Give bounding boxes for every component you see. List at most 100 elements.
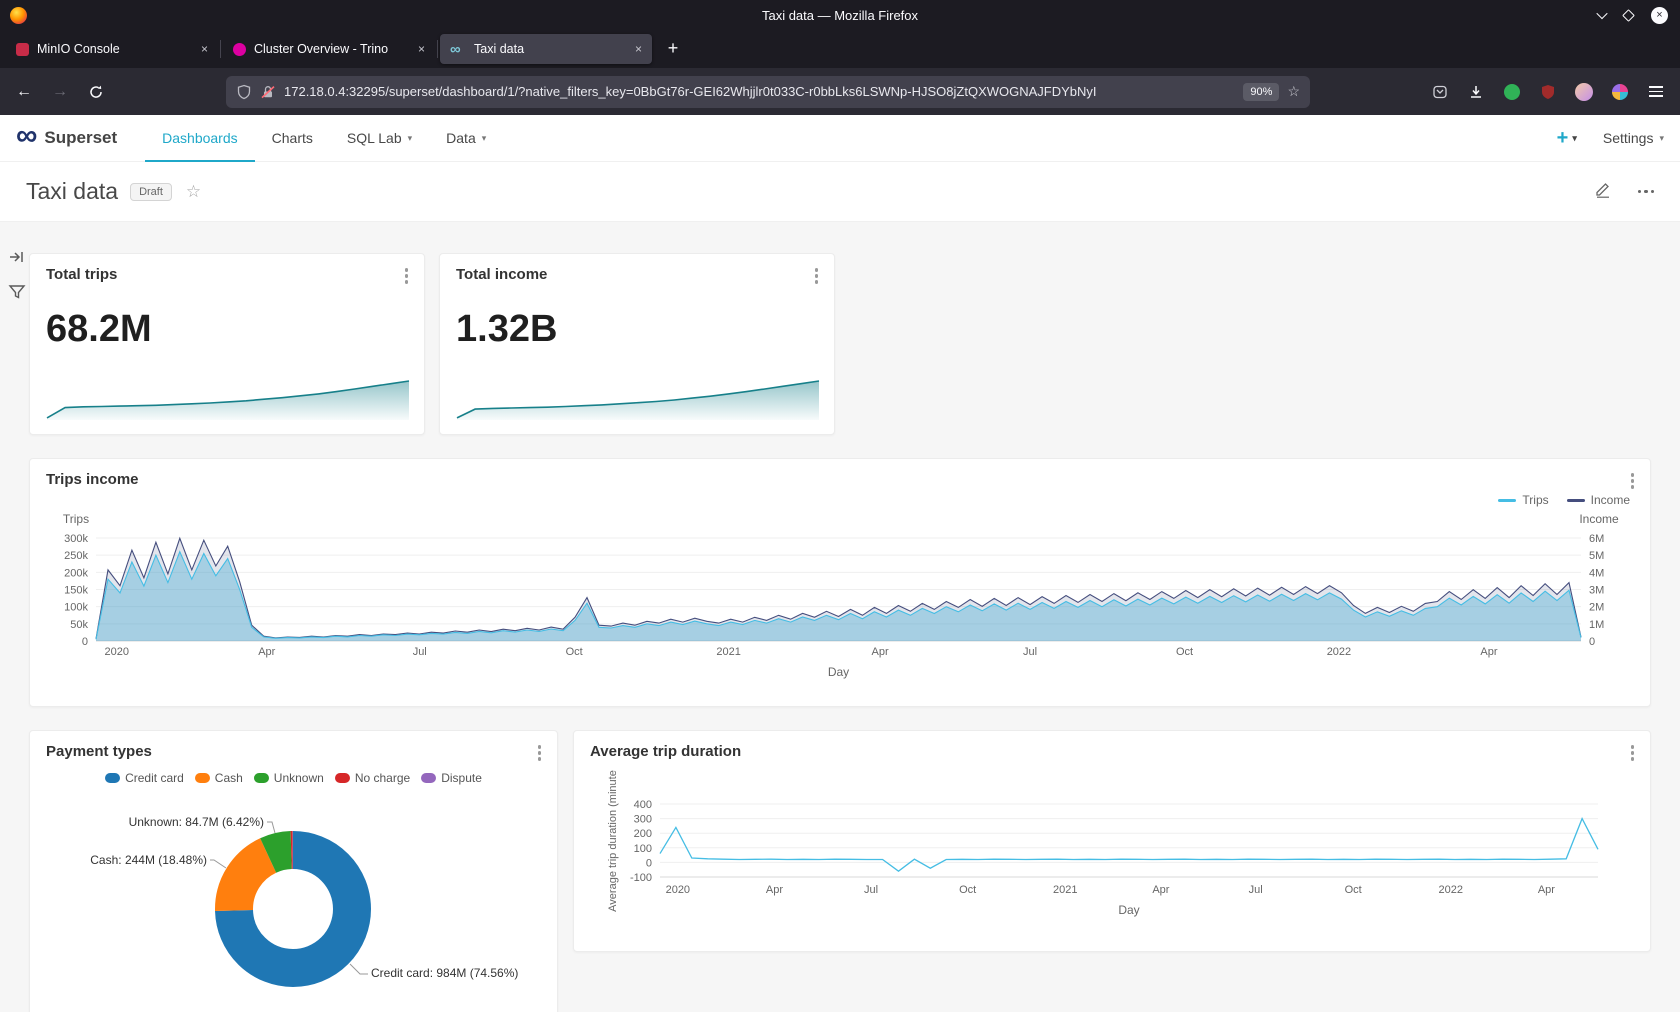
- y-axis-tick-label: -100: [630, 872, 652, 884]
- firefox-icon: [10, 7, 27, 24]
- average-trip-duration-card: Average trip duration 4003002001000-1002…: [573, 730, 1651, 952]
- y-axis-name: Average trip duration (minute: [607, 770, 619, 912]
- x-axis-tick-label: 2020: [105, 646, 129, 658]
- pocket-icon[interactable]: [1426, 78, 1454, 106]
- x-axis-tick-label: Apr: [766, 884, 783, 896]
- left-axis-tick-label: 300k: [64, 533, 88, 545]
- back-button[interactable]: [10, 78, 38, 106]
- x-axis-tick-label: Apr: [258, 646, 275, 658]
- filter-icon[interactable]: [8, 283, 26, 306]
- zoom-level-badge[interactable]: 90%: [1243, 83, 1279, 101]
- chart-options-icon[interactable]: [813, 266, 821, 286]
- legend-label: No charge: [355, 771, 410, 785]
- insecure-lock-icon[interactable]: [260, 84, 276, 100]
- legend-label: Unknown: [274, 771, 324, 785]
- left-axis-name: Trips: [63, 512, 89, 526]
- total-trips-card: Total trips 68.2M: [29, 253, 425, 435]
- nav-sql-lab[interactable]: SQL Lab: [330, 115, 429, 162]
- x-axis-tick-label: Oct: [1345, 884, 1362, 896]
- tab-taxi-data[interactable]: Taxi data: [440, 34, 652, 64]
- bookmark-star-icon[interactable]: [1287, 83, 1300, 100]
- new-tab-button[interactable]: [658, 34, 688, 64]
- new-item-button[interactable]: [1557, 127, 1577, 150]
- nav-data[interactable]: Data: [429, 115, 503, 162]
- total-trips-sparkline: [46, 376, 410, 422]
- payment-legend-item[interactable]: Dispute: [421, 771, 482, 785]
- tab-close-icon[interactable]: [201, 42, 208, 56]
- left-axis-tick-label: 150k: [64, 585, 88, 597]
- legend-swatch: [105, 773, 120, 783]
- chart-options-icon[interactable]: [536, 743, 544, 763]
- edit-dashboard-icon[interactable]: [1594, 180, 1612, 203]
- x-axis-tick-label: Apr: [1538, 884, 1555, 896]
- url-bar[interactable]: 172.18.0.4:32295/superset/dashboard/1/?n…: [226, 76, 1310, 108]
- extension-green-icon[interactable]: [1498, 78, 1526, 106]
- x-axis-tick-label: 2021: [716, 646, 740, 658]
- x-axis-tick-label: Oct: [1176, 646, 1193, 658]
- chart-title: Payment types: [46, 743, 152, 760]
- window-title-bar: Taxi data — Mozilla Firefox: [0, 0, 1680, 30]
- dashboard-menu-icon[interactable]: [1638, 190, 1655, 194]
- payment-types-card: Payment types Credit card Cash Unknown No c…: [29, 730, 558, 1012]
- dashboard-header: Taxi data Draft: [0, 162, 1680, 222]
- account-avatar[interactable]: [1570, 78, 1598, 106]
- legend-swatch: [421, 773, 436, 783]
- payment-legend-item[interactable]: No charge: [335, 771, 410, 785]
- maximize-icon[interactable]: [1622, 9, 1635, 22]
- superset-header: Superset Dashboards Charts SQL Lab Data: [0, 115, 1680, 162]
- tab-minio-console[interactable]: MinIO Console: [6, 34, 218, 64]
- y-axis-tick-label: 0: [646, 857, 652, 869]
- extension-pinwheel-icon[interactable]: [1606, 78, 1634, 106]
- superset-favicon-icon: [450, 43, 466, 56]
- chart-options-icon[interactable]: [403, 266, 411, 286]
- x-axis-tick-label: Apr: [872, 646, 889, 658]
- tab-close-icon[interactable]: [635, 42, 642, 56]
- ublock-shield-icon[interactable]: [1534, 78, 1562, 106]
- x-axis-tick-label: Apr: [1480, 646, 1497, 658]
- average-trip-duration-chart: 4003002001000-1002020AprJulOct2021AprJul…: [586, 759, 1640, 929]
- donut-callout-label: Unknown: 84.7M (6.42%): [129, 815, 264, 829]
- x-axis-tick-label: Jul: [1249, 884, 1263, 896]
- nav-dashboards[interactable]: Dashboards: [145, 115, 255, 162]
- brand-name: Superset: [44, 128, 117, 148]
- y-axis-tick-label: 400: [634, 799, 652, 811]
- payment-legend-item[interactable]: Unknown: [254, 771, 324, 785]
- forward-button[interactable]: [46, 78, 74, 106]
- legend-swatch: [195, 773, 210, 783]
- minimize-icon[interactable]: [1596, 8, 1607, 19]
- menu-icon[interactable]: [1642, 78, 1670, 106]
- payment-legend-item[interactable]: Cash: [195, 771, 243, 785]
- chart-title: Total trips: [46, 266, 117, 283]
- sparkline-area: [457, 381, 819, 420]
- reload-button[interactable]: [82, 78, 110, 106]
- total-income-sparkline: [456, 376, 820, 422]
- tracking-shield-icon[interactable]: [236, 84, 252, 100]
- trino-favicon-icon: [233, 43, 246, 56]
- expand-filter-bar-icon[interactable]: [8, 248, 26, 271]
- settings-menu[interactable]: Settings: [1603, 130, 1664, 146]
- legend-label: Dispute: [441, 771, 482, 785]
- legend-label: Credit card: [125, 771, 184, 785]
- main-nav: Dashboards Charts SQL Lab Data: [145, 115, 503, 162]
- superset-logo[interactable]: Superset: [16, 126, 117, 151]
- close-window-icon[interactable]: [1651, 7, 1668, 24]
- favorite-star-icon[interactable]: [186, 182, 201, 202]
- trips-income-chart: 300k6M250k5M200k4M150k3M100k2M50k1M00Tri…: [42, 489, 1640, 701]
- tab-trino-cluster-overview[interactable]: Cluster Overview - Trino: [223, 34, 435, 64]
- left-axis-tick-label: 250k: [64, 550, 88, 562]
- downloads-icon[interactable]: [1462, 78, 1490, 106]
- navigation-toolbar: 172.18.0.4:32295/superset/dashboard/1/?n…: [0, 68, 1680, 115]
- nav-charts[interactable]: Charts: [255, 115, 330, 162]
- url-text: 172.18.0.4:32295/superset/dashboard/1/?n…: [284, 84, 1235, 99]
- x-axis-tick-label: 2022: [1327, 646, 1351, 658]
- tab-close-icon[interactable]: [418, 42, 425, 56]
- settings-label: Settings: [1603, 130, 1654, 146]
- chart-options-icon[interactable]: [1629, 471, 1637, 491]
- chevron-down-icon: [1572, 133, 1577, 144]
- trips-income-card: Trips income Trips Income 300k6M250k5M20…: [29, 458, 1651, 707]
- legend-label: Cash: [215, 771, 243, 785]
- payment-legend-item[interactable]: Credit card: [105, 771, 184, 785]
- draft-badge: Draft: [130, 183, 172, 201]
- x-axis-tick-label: Oct: [959, 884, 976, 896]
- donut-callout-label: Credit card: 984M (74.56%): [371, 966, 518, 980]
